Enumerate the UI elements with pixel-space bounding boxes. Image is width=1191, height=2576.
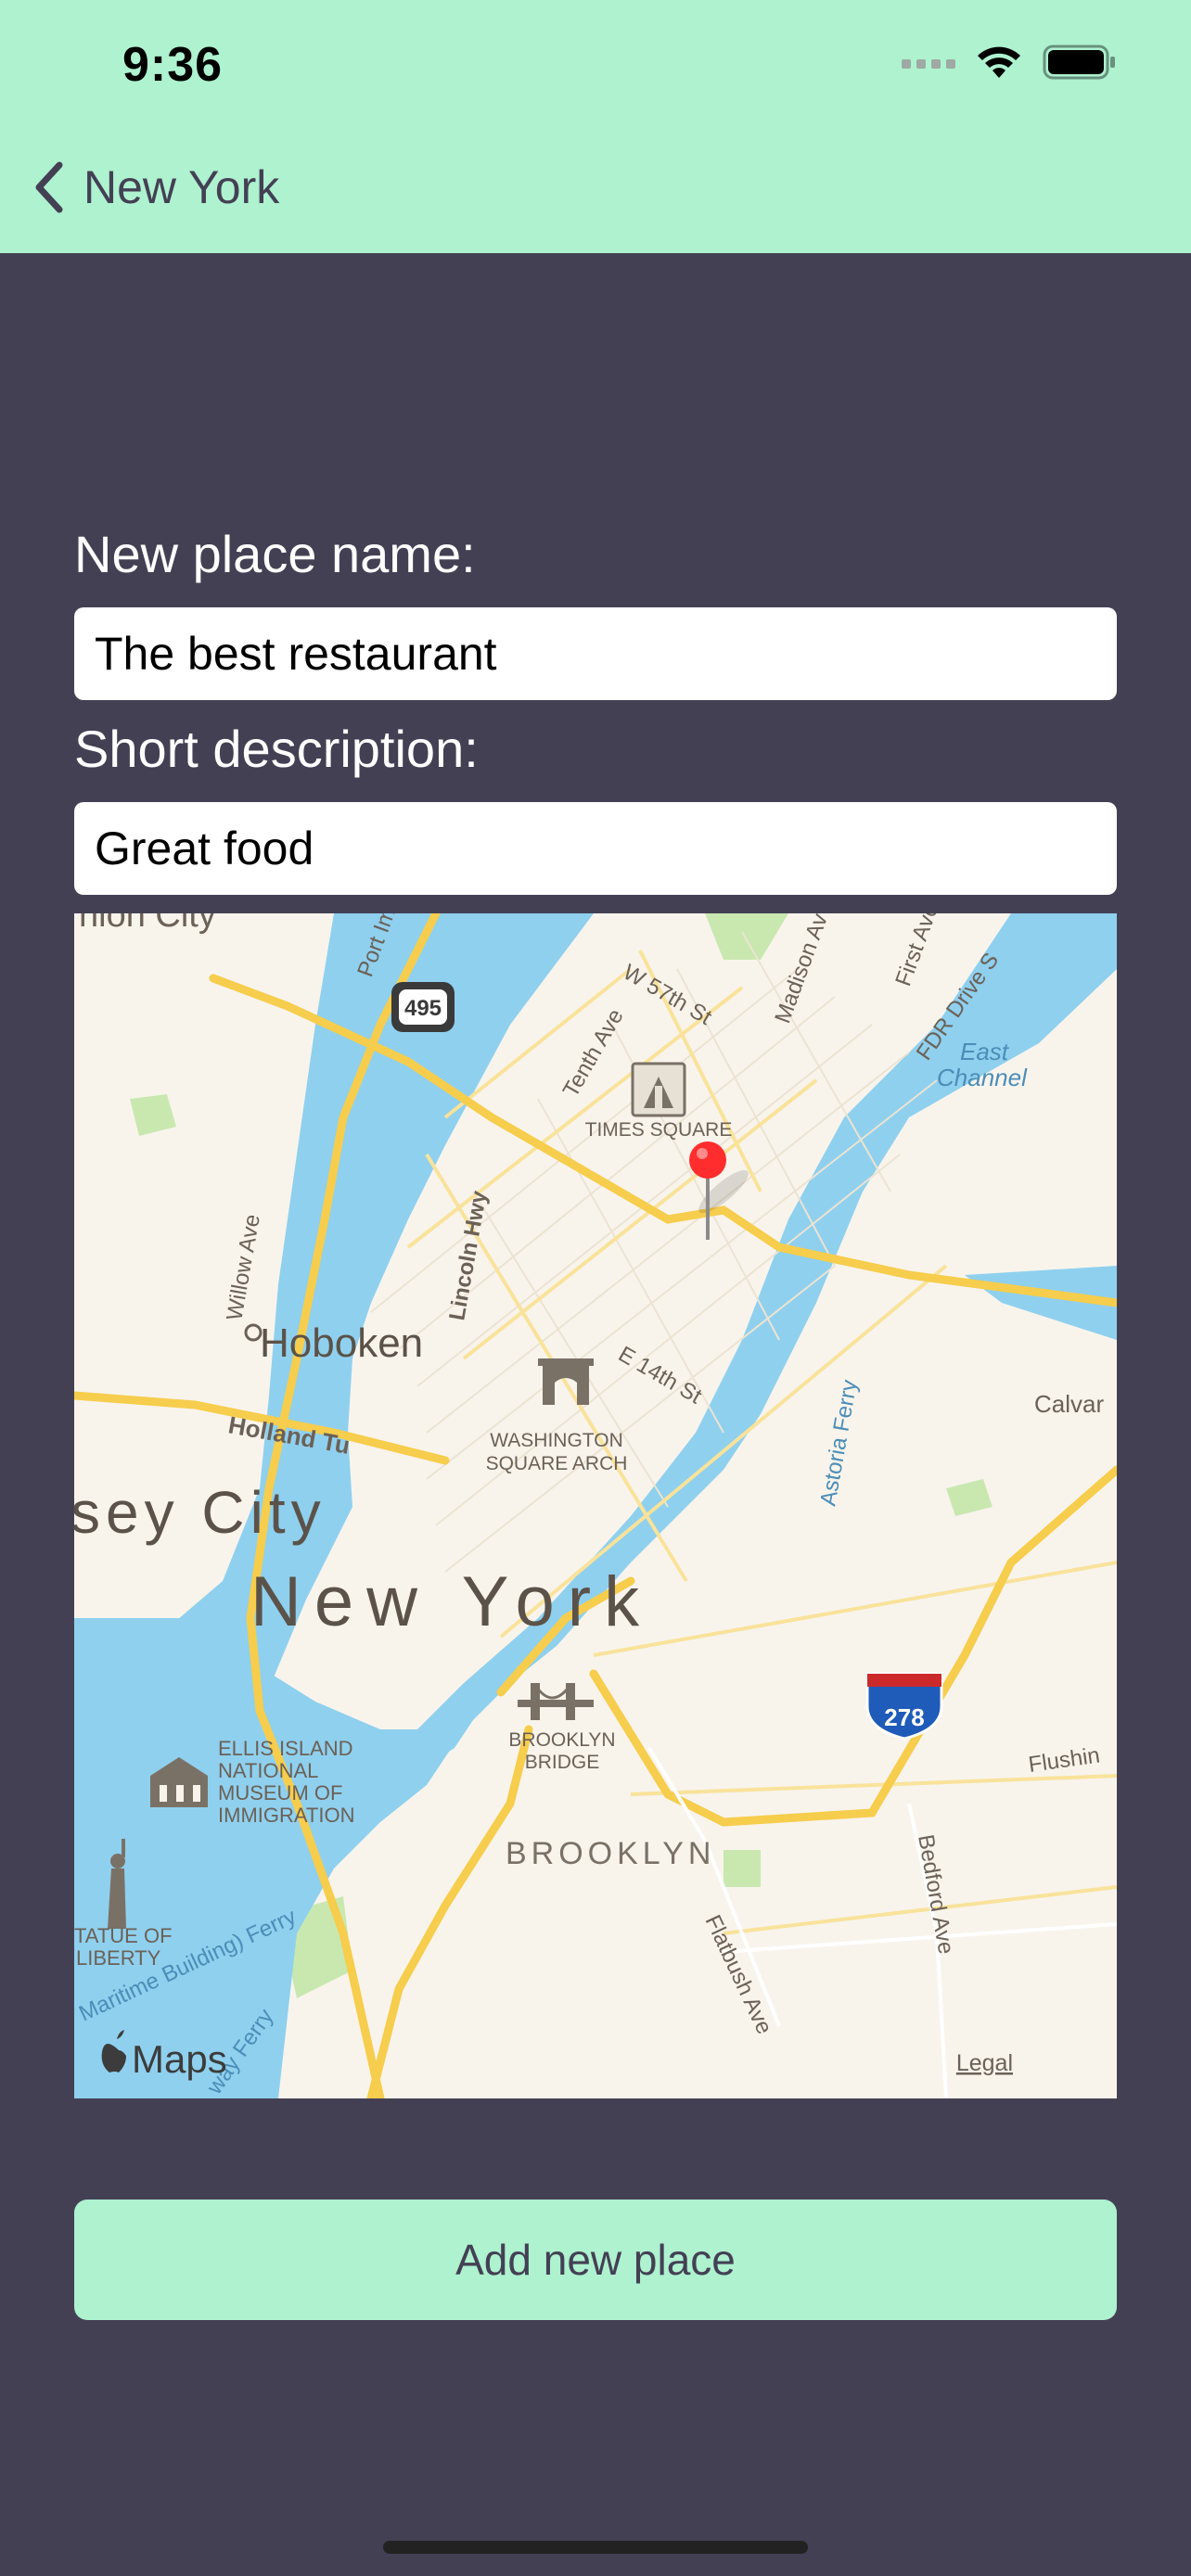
map-label-calvary: Calvar (1034, 1390, 1104, 1418)
map-label-jersey-city: sey City (74, 1479, 327, 1546)
add-new-place-button[interactable]: Add new place (74, 2200, 1117, 2320)
place-name-input[interactable] (74, 607, 1117, 700)
map-label-ellis-3: MUSEUM OF (218, 1781, 342, 1804)
description-input[interactable] (74, 802, 1117, 895)
map-label-washington-1: WASHINGTON (490, 1430, 623, 1451)
i278-shield: 278 (865, 1672, 943, 1741)
map-label-statue-2: LIBERTY (76, 1946, 161, 1970)
map-label-east-channel-1: East (960, 1038, 1010, 1065)
map-label-washington-2: SQUARE ARCH (486, 1453, 628, 1474)
battery-icon (1043, 45, 1115, 80)
i278-label: 278 (884, 1703, 924, 1731)
map-label-ellis-2: NATIONAL (218, 1759, 318, 1782)
map-label-brooklyn: BROOKLYN (506, 1836, 715, 1871)
times-square-icon (631, 1062, 686, 1117)
map-label-east-channel-2: Channel (937, 1064, 1028, 1091)
chevron-left-icon (35, 161, 63, 213)
status-time: 9:36 (122, 38, 224, 92)
home-indicator (383, 2541, 808, 2554)
description-label: Short description: (74, 720, 479, 778)
signal-icon (902, 59, 955, 69)
status-icons (902, 45, 1117, 80)
map-label-hoboken: Hoboken (260, 1320, 423, 1366)
name-label: New place name: (74, 525, 476, 583)
map-label-brooklyn-bridge-2: BRIDGE (525, 1752, 600, 1773)
map-label-times-square: TIMES SQUARE (585, 1119, 733, 1141)
map-label-ellis-4: IMMIGRATION (218, 1804, 354, 1827)
map-label-new-york: New York (250, 1562, 652, 1641)
maps-logo-text: Maps (132, 2037, 227, 2081)
map-label-ellis-1: ELLIS ISLAND (218, 1737, 353, 1760)
map-view[interactable]: 495 278 nion City W 57th St Madison Av F… (74, 913, 1117, 2098)
map-label-union-city: nion City (79, 913, 216, 935)
wifi-icon (978, 46, 1020, 78)
hwy-495-label: 495 (404, 996, 442, 1021)
hwy-495-shield: 495 (391, 982, 455, 1032)
map-label-statue-1: TATUE OF (74, 1924, 173, 1947)
back-button-label: New York (83, 161, 280, 213)
legal-link[interactable]: Legal (956, 2050, 1013, 2076)
map-label-brooklyn-bridge-1: BROOKLYN (508, 1729, 615, 1751)
back-button[interactable]: New York (32, 159, 279, 215)
navigation-header: 9:36 New York (0, 0, 1191, 253)
